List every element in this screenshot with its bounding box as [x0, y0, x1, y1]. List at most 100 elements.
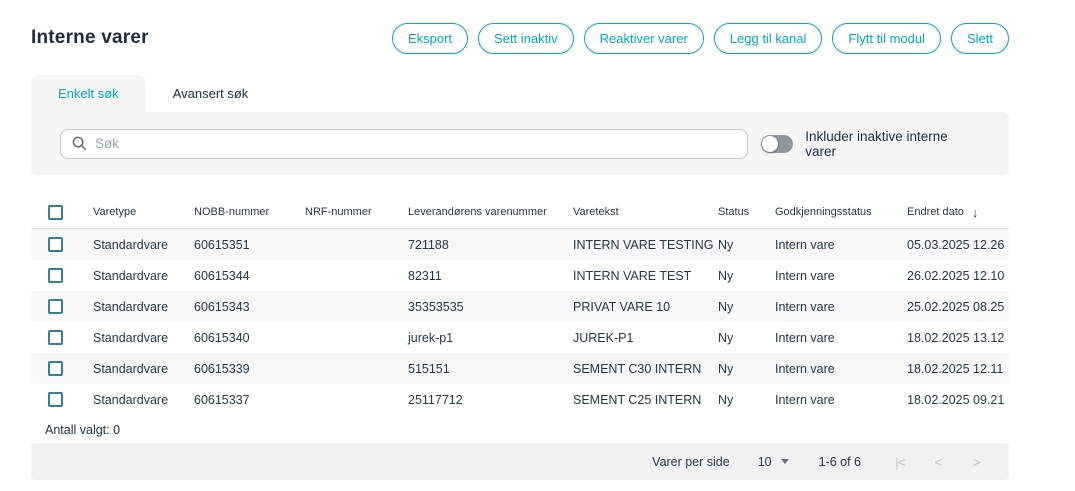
cell-status: Ny	[718, 331, 775, 345]
cell-nobb-nummer: 60615337	[194, 393, 305, 407]
search-input[interactable]	[95, 136, 736, 151]
row-checkbox-cell	[31, 268, 93, 283]
page-header: Interne varer Eksport Sett inaktiv Reakt…	[31, 0, 1009, 56]
table-header-row: Varetype NOBB-nummer NRF-nummer Leverand…	[31, 196, 1009, 229]
first-page-button[interactable]: |<	[881, 454, 919, 470]
tab-bar: Enkelt søk Avansert søk	[31, 75, 1009, 112]
column-header-endret-dato[interactable]: Endret dato	[907, 206, 964, 218]
per-page-select[interactable]: 10	[758, 455, 789, 469]
row-checkbox[interactable]	[48, 361, 63, 376]
table-row[interactable]: Standardvare 60615351 721188 INTERN VARE…	[31, 229, 1009, 260]
toolbar: Eksport Sett inaktiv Reaktiver varer Leg…	[392, 23, 1009, 54]
cell-varetekst: JUREK-P1	[573, 331, 718, 345]
legg-til-kanal-button[interactable]: Legg til kanal	[714, 23, 823, 54]
cell-varetekst: SEMENT C25 INTERN	[573, 393, 718, 407]
cell-lev-varenummer: 721188	[408, 238, 573, 252]
cell-status: Ny	[718, 300, 775, 314]
include-inactive-toggle[interactable]	[761, 135, 793, 153]
select-all-checkbox[interactable]	[48, 205, 63, 220]
search-icon	[72, 136, 87, 151]
cell-godkjenningsstatus: Intern vare	[775, 362, 907, 376]
cell-status: Ny	[718, 362, 775, 376]
cell-godkjenningsstatus: Intern vare	[775, 269, 907, 283]
cell-status: Ny	[718, 269, 775, 283]
table-row[interactable]: Standardvare 60615340 jurek-p1 JUREK-P1 …	[31, 322, 1009, 353]
reaktiver-varer-button[interactable]: Reaktiver varer	[584, 23, 704, 54]
filter-panel: Inkluder inaktive interne varer	[31, 112, 1009, 175]
cell-varetype: Standardvare	[93, 300, 194, 314]
pagination-bar: Varer per side 10 1-6 of 6 |< < >	[31, 443, 1009, 480]
per-page-value: 10	[758, 455, 772, 469]
cell-endret-dato: 18.02.2025 09.21	[907, 393, 1009, 407]
selected-count: Antall valgt: 0	[45, 423, 1009, 437]
column-header-varetekst[interactable]: Varetekst	[573, 206, 718, 218]
column-header-godkjenningsstatus[interactable]: Godkjenningsstatus	[775, 206, 907, 218]
cell-godkjenningsstatus: Intern vare	[775, 393, 907, 407]
sort-desc-icon[interactable]: ↓	[972, 205, 979, 220]
cell-nobb-nummer: 60615339	[194, 362, 305, 376]
column-header-lev-varenummer[interactable]: Leverandørens varenummer	[408, 206, 573, 218]
row-checkbox-cell	[31, 299, 93, 314]
tab-avansert-sok[interactable]: Avansert søk	[146, 75, 276, 112]
cell-varetekst: INTERN VARE TESTING	[573, 238, 718, 252]
table-row[interactable]: Standardvare 60615344 82311 INTERN VARE …	[31, 260, 1009, 291]
cell-varetype: Standardvare	[93, 269, 194, 283]
cell-lev-varenummer: 25117712	[408, 393, 573, 407]
cell-varetype: Standardvare	[93, 362, 194, 376]
column-header-nrf-nummer[interactable]: NRF-nummer	[305, 206, 408, 218]
eksport-button[interactable]: Eksport	[392, 23, 468, 54]
cell-lev-varenummer: 82311	[408, 269, 573, 283]
column-header-varetype[interactable]: Varetype	[93, 206, 194, 218]
page-range: 1-6 of 6	[819, 455, 861, 469]
row-checkbox-cell	[31, 361, 93, 376]
row-checkbox[interactable]	[48, 392, 63, 407]
page-title: Interne varer	[31, 27, 149, 49]
slett-button[interactable]: Slett	[951, 23, 1009, 54]
tab-enkelt-sok[interactable]: Enkelt søk	[31, 75, 146, 112]
page: Interne varer Eksport Sett inaktiv Reakt…	[31, 0, 1009, 480]
sett-inaktiv-button[interactable]: Sett inaktiv	[478, 23, 574, 54]
per-page-label: Varer per side	[652, 455, 730, 469]
cell-endret-dato: 25.02.2025 08.25	[907, 300, 1009, 314]
cell-varetekst: INTERN VARE TEST	[573, 269, 718, 283]
cell-nobb-nummer: 60615344	[194, 269, 305, 283]
select-all-cell	[31, 205, 93, 220]
items-table: Varetype NOBB-nummer NRF-nummer Leverand…	[31, 196, 1009, 415]
row-checkbox[interactable]	[48, 268, 63, 283]
prev-page-button[interactable]: <	[919, 454, 957, 470]
row-checkbox[interactable]	[48, 330, 63, 345]
cell-nobb-nummer: 60615351	[194, 238, 305, 252]
cell-varetype: Standardvare	[93, 238, 194, 252]
cell-endret-dato: 26.02.2025 12.10	[907, 269, 1009, 283]
row-checkbox[interactable]	[48, 299, 63, 314]
pagination-nav: |< < >	[881, 454, 995, 470]
column-header-nobb-nummer[interactable]: NOBB-nummer	[194, 206, 305, 218]
column-header-status[interactable]: Status	[718, 206, 775, 218]
table-row[interactable]: Standardvare 60615339 515151 SEMENT C30 …	[31, 353, 1009, 384]
next-page-button[interactable]: >	[957, 454, 995, 470]
include-inactive-label: Inkluder inaktive interne varer	[805, 129, 980, 159]
row-checkbox-cell	[31, 237, 93, 252]
toggle-knob	[762, 136, 778, 152]
row-checkbox-cell	[31, 330, 93, 345]
cell-varetype: Standardvare	[93, 331, 194, 345]
table-row[interactable]: Standardvare 60615343 35353535 PRIVAT VA…	[31, 291, 1009, 322]
cell-godkjenningsstatus: Intern vare	[775, 331, 907, 345]
cell-endret-dato: 18.02.2025 12.11	[907, 362, 1009, 376]
search-box[interactable]	[60, 129, 748, 159]
row-checkbox[interactable]	[48, 237, 63, 252]
row-checkbox-cell	[31, 392, 93, 407]
cell-nobb-nummer: 60615343	[194, 300, 305, 314]
table-row[interactable]: Standardvare 60615337 25117712 SEMENT C2…	[31, 384, 1009, 415]
cell-godkjenningsstatus: Intern vare	[775, 238, 907, 252]
cell-status: Ny	[718, 238, 775, 252]
flytt-til-modul-button[interactable]: Flytt til modul	[832, 23, 941, 54]
cell-varetekst: SEMENT C30 INTERN	[573, 362, 718, 376]
cell-endret-dato: 18.02.2025 13.12	[907, 331, 1009, 345]
cell-godkjenningsstatus: Intern vare	[775, 300, 907, 314]
cell-nobb-nummer: 60615340	[194, 331, 305, 345]
cell-status: Ny	[718, 393, 775, 407]
table-body: Standardvare 60615351 721188 INTERN VARE…	[31, 229, 1009, 415]
cell-lev-varenummer: 35353535	[408, 300, 573, 314]
cell-lev-varenummer: 515151	[408, 362, 573, 376]
